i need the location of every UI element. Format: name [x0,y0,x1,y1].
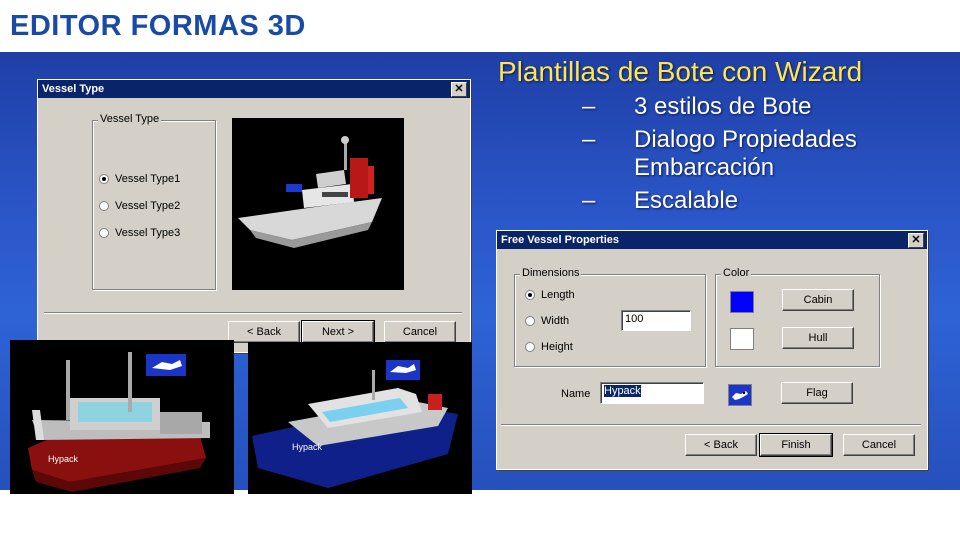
radio-vessel-type3[interactable]: Vessel Type3 [99,227,180,239]
properties-titlebar: Free Vessel Properties ✕ [497,231,927,249]
bullet-dash: – [582,187,596,214]
bullet-heading: Plantillas de Bote con Wizard [498,56,863,87]
vessel-type-titlebar: Vessel Type ✕ [38,80,470,98]
radio-icon [99,201,109,211]
radio-icon [525,316,535,326]
group-label: Color [721,267,752,279]
close-icon[interactable]: ✕ [908,233,924,248]
bullet-list: Plantillas de Bote con Wizard – 3 estilo… [498,56,938,215]
name-input-selected-text: Hypack [604,385,641,397]
radio-label: Height [541,341,573,353]
hull-button[interactable]: Hull [782,327,854,349]
cancel-button[interactable]: Cancel [843,434,915,456]
bullet-item-dialog: – Dialogo Propiedades Embarcación [582,126,938,182]
dialog-title: Free Vessel Properties [501,234,620,246]
group-label: Vessel Type [98,113,162,125]
dialog-separator [44,312,462,314]
vessel-type-dialog: Vessel Type ✕ Vessel Type Vessel Type1 V… [37,79,471,353]
back-button[interactable]: < Back [685,434,757,456]
radio-selected-icon [99,174,109,184]
dialog-title: Vessel Type [42,83,105,95]
name-label: Name [561,388,591,400]
radio-label: Vessel Type3 [115,227,181,239]
slide-title: EDITOR FORMAS 3D [10,10,306,42]
dimension-value-input[interactable]: 100 [621,310,691,331]
cabin-button[interactable]: Cabin [782,289,854,311]
vessel-type-group: Vessel Type Vessel Type1 Vessel Type2 Ve… [92,113,216,290]
flag-button[interactable]: Flag [781,382,853,404]
bullet-text: 3 estilos de Bote [634,93,812,120]
bullet-item-scalable: – Escalable [582,187,938,215]
dialog-separator [501,424,921,426]
cancel-button[interactable]: Cancel [384,321,456,343]
radio-icon [99,228,109,238]
group-label: Dimensions [520,267,582,279]
radio-icon [525,342,535,352]
back-button[interactable]: < Back [228,321,300,343]
bullet-text: Dialogo Propiedades Embarcación [634,126,857,181]
bullet-dash: – [582,93,596,120]
boat-name-label: Hypack [292,442,323,452]
boat-name-label: Hypack [48,454,79,464]
flag-icon [728,384,752,406]
hull-color-swatch [730,328,754,350]
finish-button[interactable]: Finish [759,433,833,457]
radio-label: Width [541,315,570,327]
cabin-color-swatch [730,291,754,313]
radio-width[interactable]: Width [525,315,569,327]
vessel-preview-image [232,118,404,290]
color-group: Color Cabin Hull [715,267,880,367]
red-boat-render: Hypack [10,340,234,494]
radio-label: Length [541,289,575,301]
bullet-text: Escalable [634,187,739,214]
blue-boat-render: Hypack [248,342,472,494]
radio-label: Vessel Type1 [115,173,181,185]
name-input[interactable]: Hypack [600,382,704,404]
bullet-dash: – [582,126,596,153]
next-button[interactable]: Next > [301,320,375,344]
radio-vessel-type2[interactable]: Vessel Type2 [99,200,180,212]
close-icon[interactable]: ✕ [451,82,467,97]
radio-label: Vessel Type2 [115,200,181,212]
radio-height[interactable]: Height [525,341,573,353]
radio-vessel-type1[interactable]: Vessel Type1 [99,173,180,185]
bullet-item-styles: – 3 estilos de Bote [582,93,938,121]
free-vessel-properties-dialog: Free Vessel Properties ✕ Dimensions Leng… [496,230,928,470]
radio-selected-icon [525,290,535,300]
radio-length[interactable]: Length [525,289,575,301]
dimensions-group: Dimensions Length Width Height 100 [514,267,706,367]
